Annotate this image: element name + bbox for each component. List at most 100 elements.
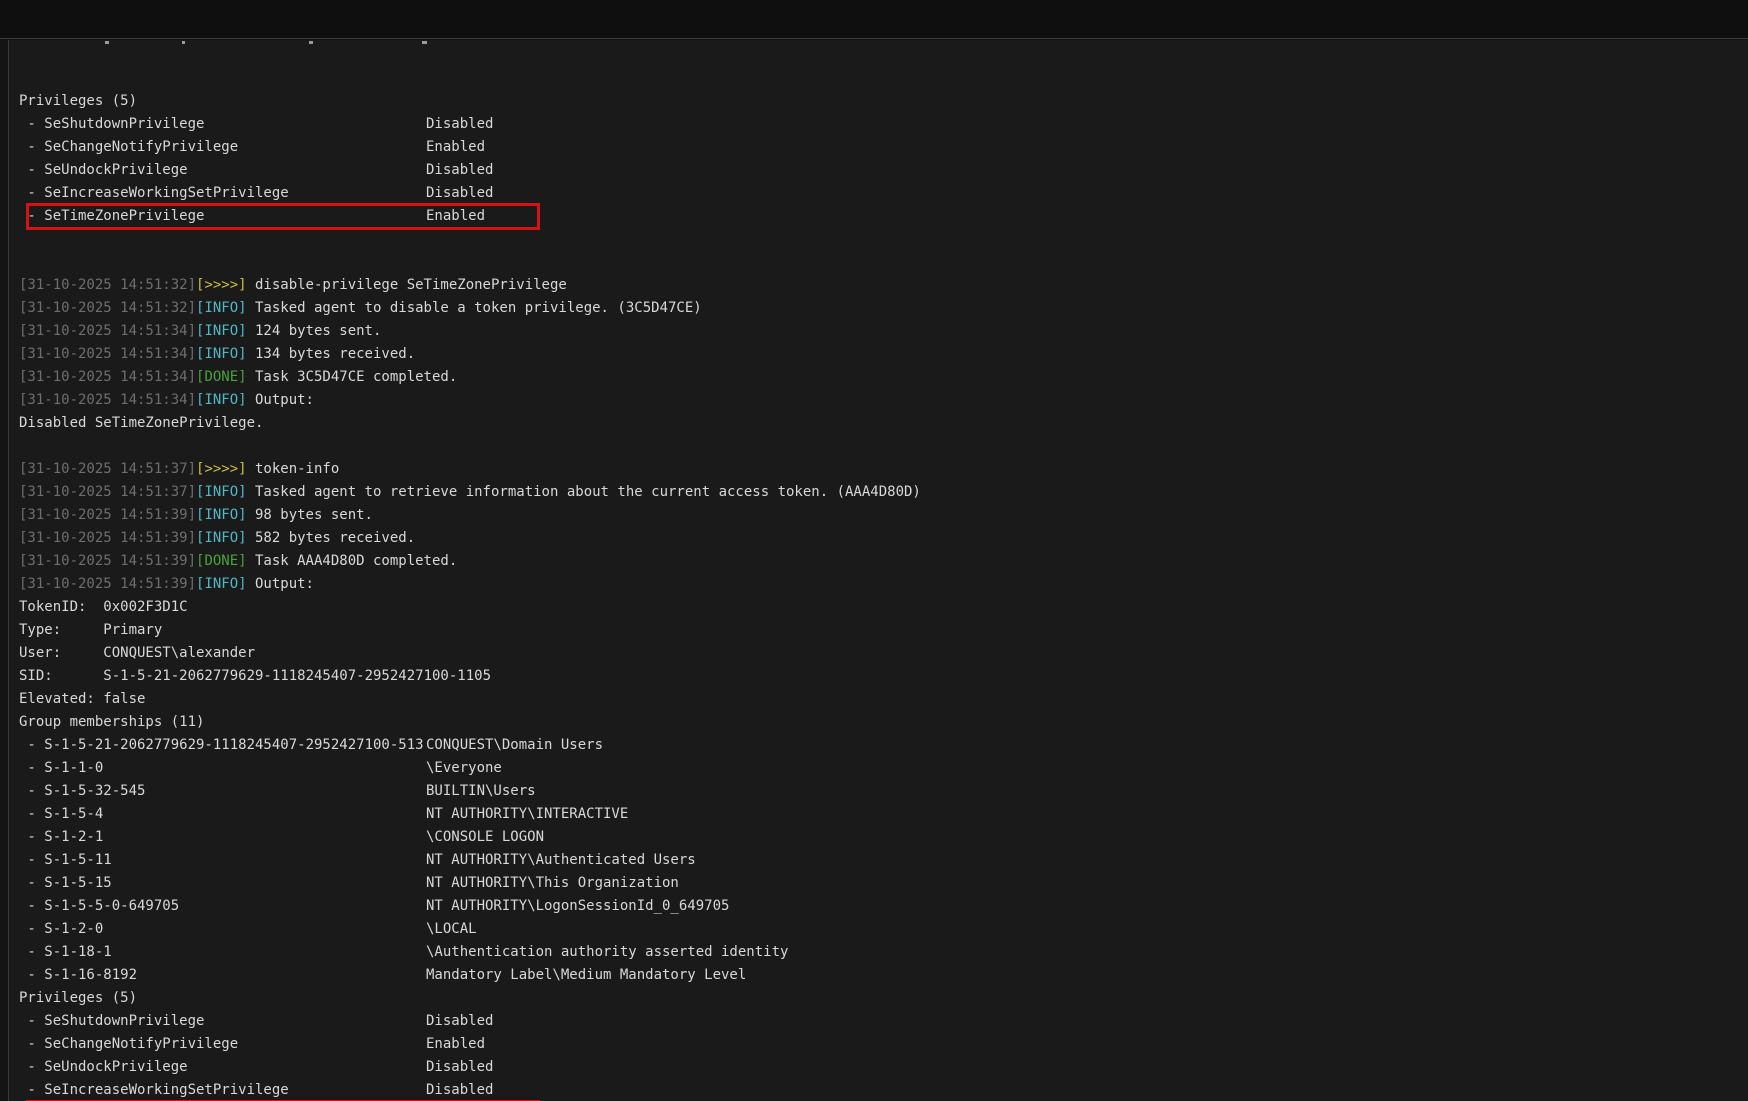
item-value: \CONSOLE LOGON [426, 826, 544, 849]
console-line: - S-1-5-4NT AUTHORITY\INTERACTIVE [10, 803, 1748, 826]
log-tag: [INFO] [196, 392, 247, 408]
item-name: - S-1-1-0 [19, 757, 426, 780]
console-line [10, 228, 1748, 251]
item-value: \Authentication authority asserted ident… [426, 941, 788, 964]
console-line: TokenID: 0x002F3D1C [10, 596, 1748, 619]
console-line: - S-1-16-8192Mandatory Label\Medium Mand… [10, 964, 1748, 987]
output-text: Privileges (5) [19, 93, 137, 109]
log-tag: [DONE] [196, 553, 247, 569]
console-line: [31-10-2025 14:51:39][DONE]Task AAA4D80D… [10, 550, 1748, 573]
console-line: - S-1-1-0\Everyone [10, 757, 1748, 780]
console-lines: Privileges (5) - SeShutdownPrivilegeDisa… [10, 90, 1748, 1101]
console-line: [31-10-2025 14:51:34][INFO]134 bytes rec… [10, 343, 1748, 366]
item-name: - S-1-18-1 [19, 941, 426, 964]
item-name: - SeTimeZonePrivilege [19, 205, 426, 228]
console-line-highlighted: - SeTimeZonePrivilegeEnabled [10, 205, 1748, 228]
console-line: Privileges (5) [10, 90, 1748, 113]
log-tag: [INFO] [196, 484, 247, 500]
item-name: - SeUndockPrivilege [19, 1056, 426, 1079]
log-tag: [DONE] [196, 369, 247, 385]
console-line: [31-10-2025 14:51:39][INFO]582 bytes rec… [10, 527, 1748, 550]
log-timestamp: [31-10-2025 14:51:32] [19, 300, 196, 316]
console-line: Privileges (5) [10, 987, 1748, 1010]
console-line: Type: Primary [10, 619, 1748, 642]
output-text: Privileges (5) [19, 990, 137, 1006]
log-timestamp: [31-10-2025 14:51:39] [19, 576, 196, 592]
output-text: TokenID: 0x002F3D1C [19, 599, 188, 615]
console-line: [31-10-2025 14:51:32][>>>>]disable-privi… [10, 274, 1748, 297]
log-message: Output: [247, 392, 314, 408]
item-value: NT AUTHORITY\Authenticated Users [426, 849, 696, 872]
item-name: - S-1-5-32-545 [19, 780, 426, 803]
console-line: - S-1-5-15NT AUTHORITY\This Organization [10, 872, 1748, 895]
item-value: Enabled [426, 1033, 485, 1056]
item-name: - S-1-16-8192 [19, 964, 426, 987]
item-value: \Everyone [426, 757, 502, 780]
console-line: User: CONQUEST\alexander [10, 642, 1748, 665]
log-message: Tasked agent to disable a token privileg… [247, 300, 702, 316]
console-line: - SeIncreaseWorkingSetPrivilegeDisabled [10, 1079, 1748, 1101]
output-text: User: CONQUEST\alexander [19, 645, 255, 661]
item-value: \LOCAL [426, 918, 477, 941]
log-tag: [INFO] [196, 323, 247, 339]
log-timestamp: [31-10-2025 14:51:37] [19, 484, 196, 500]
console-line: - SeChangeNotifyPrivilegeEnabled [10, 1033, 1748, 1056]
console-line: Disabled SeTimeZonePrivilege. [10, 412, 1748, 435]
console-line: - SeUndockPrivilegeDisabled [10, 159, 1748, 182]
console-line: SID: S-1-5-21-2062779629-1118245407-2952… [10, 665, 1748, 688]
item-name: - SeChangeNotifyPrivilege [19, 1033, 426, 1056]
item-value: NT AUTHORITY\LogonSessionId_0_649705 [426, 895, 729, 918]
console-line: - S-1-2-1\CONSOLE LOGON [10, 826, 1748, 849]
output-text: Disabled SeTimeZonePrivilege. [19, 415, 263, 431]
item-value: Disabled [426, 1056, 493, 1079]
console-line: [31-10-2025 14:51:39][INFO]Output: [10, 573, 1748, 596]
console-line: - S-1-5-5-0-649705NT AUTHORITY\LogonSess… [10, 895, 1748, 918]
item-name: - S-1-2-0 [19, 918, 426, 941]
log-tag: [>>>>] [196, 277, 247, 293]
console-line: - SeUndockPrivilegeDisabled [10, 1056, 1748, 1079]
console-line: - S-1-5-32-545BUILTIN\Users [10, 780, 1748, 803]
item-value: Disabled [426, 1010, 493, 1033]
item-value: BUILTIN\Users [426, 780, 536, 803]
item-name: - S-1-2-1 [19, 826, 426, 849]
item-name: - S-1-5-21-2062779629-1118245407-2952427… [19, 734, 426, 757]
item-name: - SeChangeNotifyPrivilege [19, 136, 426, 159]
log-tag: [INFO] [196, 507, 247, 523]
item-name: - S-1-5-15 [19, 872, 426, 895]
log-message: 98 bytes sent. [247, 507, 373, 523]
output-text: Group memberships (11) [19, 714, 204, 730]
console-line: - S-1-2-0\LOCAL [10, 918, 1748, 941]
console-line: [31-10-2025 14:51:34][DONE]Task 3C5D47CE… [10, 366, 1748, 389]
console-line: [31-10-2025 14:51:34][INFO]Output: [10, 389, 1748, 412]
item-name: - SeIncreaseWorkingSetPrivilege [19, 182, 426, 205]
log-tag: [INFO] [196, 530, 247, 546]
console-line [10, 251, 1748, 274]
console-line: - SeShutdownPrivilegeDisabled [10, 113, 1748, 136]
log-message: Task AAA4D80D completed. [247, 553, 458, 569]
console-line: [31-10-2025 14:51:37][>>>>]token-info [10, 458, 1748, 481]
console-line: [31-10-2025 14:51:37][INFO]Tasked agent … [10, 481, 1748, 504]
log-timestamp: [31-10-2025 14:51:37] [19, 461, 196, 477]
output-text: SID: S-1-5-21-2062779629-1118245407-2952… [19, 668, 491, 684]
console-line: - SeChangeNotifyPrivilegeEnabled [10, 136, 1748, 159]
console-line: Group memberships (11) [10, 711, 1748, 734]
log-tag: [INFO] [196, 300, 247, 316]
item-name: - SeShutdownPrivilege [19, 113, 426, 136]
output-text: Type: Primary [19, 622, 162, 638]
output-text: Elevated: false [19, 691, 145, 707]
log-message: disable-privilege SeTimeZonePrivilege [247, 277, 567, 293]
log-tag: [>>>>] [196, 461, 247, 477]
log-timestamp: [31-10-2025 14:51:34] [19, 323, 196, 339]
item-value: Enabled [426, 205, 485, 228]
item-value: CONQUEST\Domain Users [426, 734, 603, 757]
log-message: 134 bytes received. [247, 346, 416, 362]
console-output[interactable]: Privileges (5) - SeShutdownPrivilegeDisa… [8, 40, 1748, 1101]
console-line: - SeShutdownPrivilegeDisabled [10, 1010, 1748, 1033]
item-value: Enabled [426, 136, 485, 159]
item-name: - S-1-5-4 [19, 803, 426, 826]
console-line: - SeIncreaseWorkingSetPrivilegeDisabled [10, 182, 1748, 205]
item-value: NT AUTHORITY\This Organization [426, 872, 679, 895]
log-timestamp: [31-10-2025 14:51:34] [19, 369, 196, 385]
console-line: Elevated: false [10, 688, 1748, 711]
console-line: [31-10-2025 14:51:39][INFO]98 bytes sent… [10, 504, 1748, 527]
